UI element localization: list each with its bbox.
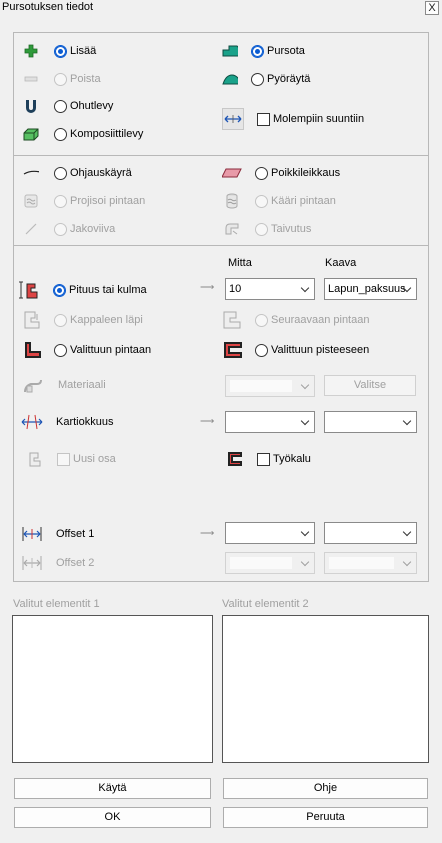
offset-icon — [21, 526, 43, 542]
option-both-directions[interactable]: Molempiin suuntiin — [222, 108, 364, 130]
section-divider — [14, 155, 428, 156]
offset2-row: Offset 2 — [21, 555, 94, 571]
option-project[interactable]: Projisoi pintaan — [23, 193, 145, 209]
offset1-measure-select[interactable] — [225, 522, 315, 544]
through-icon — [23, 310, 43, 330]
option-add[interactable]: Lisää — [23, 43, 96, 59]
ok-button[interactable]: OK — [14, 807, 211, 828]
line-icon — [23, 221, 39, 237]
column-header-formula: Kaava — [325, 257, 357, 269]
option-split-line[interactable]: Jakoviiva — [23, 221, 115, 237]
arrow-indicator: ⟶ — [200, 282, 215, 293]
option-composite[interactable]: Komposiittilevy — [23, 126, 143, 142]
bend-icon — [222, 221, 242, 237]
draft-row: Kartiokkuus — [21, 414, 113, 430]
option-to-selected-point[interactable]: Valittuun pisteeseen — [222, 340, 369, 360]
option-through-part[interactable]: Kappaleen läpi — [23, 310, 143, 330]
composite-icon — [23, 126, 39, 142]
revolve-icon — [222, 71, 238, 87]
magnet-icon — [23, 98, 39, 114]
draft-measure-select[interactable] — [225, 411, 315, 433]
radio-bend[interactable] — [255, 222, 268, 236]
radio-thin-sheet[interactable] — [54, 99, 67, 113]
option-bend[interactable]: Taivutus — [222, 221, 311, 237]
option-wrap[interactable]: Kääri pintaan — [222, 193, 336, 209]
tool-icon — [226, 451, 244, 467]
curve-icon — [23, 165, 39, 181]
surface-icon — [23, 193, 39, 209]
checkbox-tool[interactable] — [257, 452, 270, 466]
checkbox-both-directions[interactable] — [257, 112, 270, 126]
material-row: Materiaali — [23, 376, 106, 394]
draft-formula-select[interactable] — [324, 411, 417, 433]
arrow-indicator: ⟶ — [200, 416, 215, 427]
double-arrow-icon[interactable] — [222, 108, 244, 130]
radio-length-or-angle[interactable] — [53, 283, 66, 297]
option-tool[interactable]: Työkalu — [226, 451, 311, 467]
option-thin-sheet[interactable]: Ohutlevy — [23, 98, 113, 114]
offset1-row: Offset 1 — [21, 526, 94, 542]
to-face-icon — [23, 340, 43, 360]
options-frame — [13, 32, 429, 582]
measure-select[interactable]: 10 — [225, 278, 315, 300]
help-button[interactable]: Ohje — [223, 778, 428, 799]
column-header-measure: Mitta — [228, 257, 252, 269]
wrap-icon — [222, 193, 242, 209]
radio-add[interactable] — [54, 44, 67, 58]
next-face-icon — [222, 310, 244, 330]
option-extrude[interactable]: Pursota — [222, 43, 305, 59]
option-length-or-angle[interactable]: Pituus tai kulma — [19, 280, 147, 300]
selected-elements-2-list[interactable] — [222, 615, 429, 763]
option-remove[interactable]: Poista — [23, 71, 101, 87]
minus-icon — [23, 71, 39, 87]
offset1-formula-select[interactable] — [324, 522, 417, 544]
option-to-selected-face[interactable]: Valittuun pintaan — [23, 340, 151, 360]
radio-through-part[interactable] — [54, 313, 67, 327]
window-title: Pursotuksen tiedot — [2, 1, 94, 13]
section-divider — [14, 245, 428, 246]
radio-cross-section[interactable] — [255, 166, 268, 180]
option-new-part[interactable]: Uusi osa — [27, 451, 116, 467]
radio-extrude[interactable] — [251, 44, 264, 58]
option-revolve[interactable]: Pyöräytä — [222, 71, 310, 87]
radio-composite[interactable] — [54, 127, 67, 141]
offset2-formula-select[interactable] — [324, 552, 417, 574]
parallelogram-icon — [222, 165, 242, 181]
arrow-indicator: ⟶ — [200, 528, 215, 539]
material-icon — [23, 376, 43, 394]
apply-button[interactable]: Käytä — [14, 778, 211, 799]
selected-elements-1-list[interactable] — [12, 615, 213, 763]
offset2-measure-select[interactable] — [225, 552, 315, 574]
option-cross-section[interactable]: Poikkileikkaus — [222, 165, 340, 181]
offset-icon — [21, 555, 43, 571]
option-guide-curve[interactable]: Ohjauskäyrä — [23, 165, 132, 181]
draft-icon — [21, 414, 43, 430]
list-label-right: Valitut elementit 2 — [222, 598, 309, 610]
cancel-button[interactable]: Peruuta — [223, 807, 428, 828]
checkbox-new-part[interactable] — [57, 452, 70, 466]
list-label-left: Valitut elementit 1 — [13, 598, 100, 610]
extrude-icon — [222, 43, 238, 59]
option-to-next-face[interactable]: Seuraavaan pintaan — [222, 310, 369, 330]
radio-to-next-face[interactable] — [255, 313, 268, 327]
plus-icon — [23, 43, 39, 59]
radio-to-selected-face[interactable] — [54, 343, 67, 357]
to-point-icon — [222, 340, 244, 360]
radio-split-line[interactable] — [54, 222, 67, 236]
new-part-icon — [27, 451, 43, 467]
select-material-button[interactable]: Valitse — [324, 375, 416, 396]
radio-revolve[interactable] — [251, 72, 264, 86]
length-icon — [19, 280, 43, 300]
radio-remove[interactable] — [54, 72, 67, 86]
formula-select[interactable]: Lapun_paksuus — [324, 278, 417, 300]
material-select[interactable] — [225, 375, 315, 397]
radio-guide-curve[interactable] — [54, 166, 67, 180]
radio-wrap[interactable] — [255, 194, 268, 208]
radio-to-selected-point[interactable] — [255, 343, 268, 357]
close-button[interactable]: X — [425, 1, 439, 15]
radio-project[interactable] — [54, 194, 67, 208]
